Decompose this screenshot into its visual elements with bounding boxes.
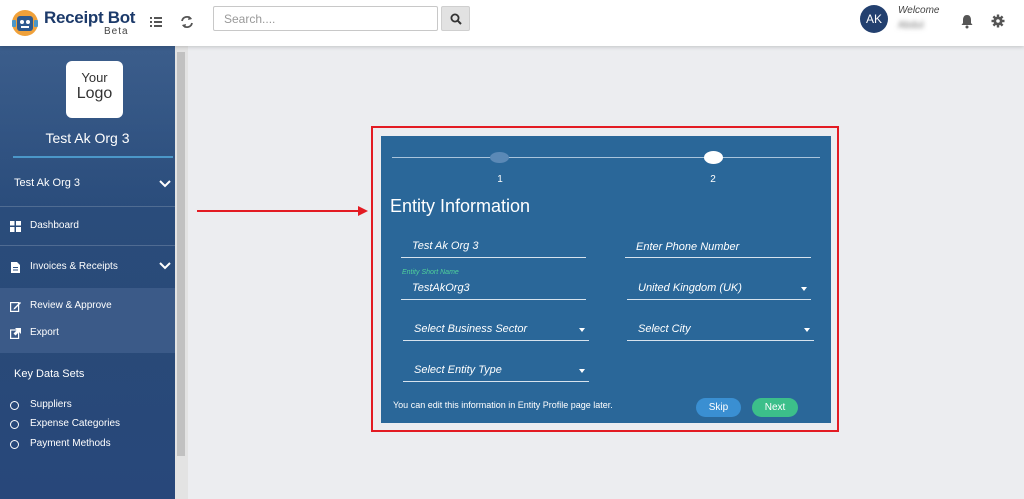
stepper-track bbox=[392, 157, 820, 158]
search-input[interactable] bbox=[213, 6, 438, 31]
entity-type-value: Select Entity Type bbox=[414, 364, 502, 376]
annotation-arrow-line bbox=[197, 210, 360, 212]
entity-name-field[interactable]: Test Ak Org 3 bbox=[401, 234, 586, 258]
user-avatar[interactable]: AK bbox=[860, 5, 888, 33]
annotation-arrow-head bbox=[358, 206, 368, 216]
robot-logo-icon bbox=[12, 10, 38, 36]
brand-name: Receipt Bot bbox=[44, 8, 136, 27]
sidebar-item-dashboard[interactable]: Dashboard bbox=[0, 220, 175, 234]
sidebar-item-suppliers[interactable]: Suppliers bbox=[0, 399, 175, 413]
chevron-down-icon bbox=[159, 180, 171, 188]
entity-short-name-field[interactable]: TestAkOrg3 bbox=[401, 276, 586, 300]
search-button[interactable] bbox=[441, 6, 470, 31]
list-view-icon[interactable] bbox=[147, 13, 165, 31]
key-data-sets-heading: Key Data Sets bbox=[14, 368, 85, 380]
logo-line-1: Your bbox=[81, 70, 108, 85]
entity-short-name-value: TestAkOrg3 bbox=[412, 282, 470, 294]
logo-line-2: Logo bbox=[76, 85, 113, 102]
app-logo[interactable]: Receipt Bot Beta bbox=[10, 5, 136, 39]
step-number-1: 1 bbox=[497, 174, 503, 185]
edit-later-note: You can edit this information in Entity … bbox=[393, 400, 613, 410]
top-bar: Receipt Bot Beta AK Welcome Abdul bbox=[0, 0, 1024, 46]
phone-number-input[interactable] bbox=[625, 241, 811, 253]
invoices-submenu bbox=[0, 288, 175, 353]
circle-icon bbox=[10, 440, 19, 449]
sidebar-item-label: Invoices & Receipts bbox=[30, 261, 118, 272]
circle-icon bbox=[10, 420, 19, 429]
sidebar: Your Logo Test Ak Org 3 Test Ak Org 3 Da… bbox=[0, 46, 175, 499]
sidebar-item-label: Payment Methods bbox=[30, 438, 111, 449]
org-logo-placeholder: Your Logo bbox=[66, 61, 123, 118]
user-name: Abdul bbox=[898, 20, 924, 31]
sidebar-scrollbar-thumb[interactable] bbox=[177, 52, 185, 456]
org-title: Test Ak Org 3 bbox=[45, 130, 130, 146]
phone-number-field[interactable] bbox=[625, 234, 811, 258]
city-value: Select City bbox=[638, 323, 691, 335]
dropdown-caret-icon bbox=[579, 369, 585, 373]
step-number-2: 2 bbox=[710, 174, 716, 185]
bell-icon[interactable] bbox=[958, 12, 976, 30]
business-sector-select[interactable]: Select Business Sector bbox=[403, 317, 589, 341]
entity-short-name-label: Entity Short Name bbox=[402, 269, 459, 276]
chevron-down-icon bbox=[159, 262, 171, 270]
sidebar-item-export[interactable]: Export bbox=[0, 327, 175, 341]
search-icon bbox=[450, 13, 462, 25]
entity-information-dialog: 1 2 Entity Information Test Ak Org 3 Ent… bbox=[381, 136, 831, 423]
business-sector-value: Select Business Sector bbox=[414, 323, 528, 335]
sidebar-item-label: Expense Categories bbox=[30, 418, 121, 429]
dashboard-icon bbox=[10, 221, 21, 232]
sidebar-divider bbox=[0, 245, 175, 246]
external-link-icon bbox=[10, 328, 21, 339]
gear-icon[interactable] bbox=[989, 12, 1007, 30]
sidebar-item-label: Suppliers bbox=[30, 399, 72, 410]
next-button[interactable]: Next bbox=[752, 398, 798, 417]
org-selector-label: Test Ak Org 3 bbox=[14, 177, 81, 189]
sidebar-item-payment-methods[interactable]: Payment Methods bbox=[0, 438, 175, 452]
city-select[interactable]: Select City bbox=[627, 317, 814, 341]
dialog-title: Entity Information bbox=[390, 196, 531, 216]
dropdown-caret-icon bbox=[579, 328, 585, 332]
country-value: United Kingdom (UK) bbox=[638, 282, 742, 294]
country-select[interactable]: United Kingdom (UK) bbox=[627, 276, 811, 300]
dropdown-caret-icon bbox=[801, 287, 807, 291]
stepper-step-1[interactable] bbox=[490, 152, 509, 163]
org-selector[interactable]: Test Ak Org 3 bbox=[0, 177, 175, 195]
skip-button[interactable]: Skip bbox=[696, 398, 741, 417]
sidebar-item-label: Review & Approve bbox=[30, 300, 112, 311]
edit-icon bbox=[10, 302, 21, 312]
sidebar-item-expense-categories[interactable]: Expense Categories bbox=[0, 418, 175, 432]
sidebar-item-label: Dashboard bbox=[30, 220, 79, 231]
brand-subtitle: Beta bbox=[104, 26, 129, 37]
refresh-icon[interactable] bbox=[178, 13, 196, 31]
document-icon bbox=[11, 262, 20, 273]
sidebar-item-invoices-receipts[interactable]: Invoices & Receipts bbox=[0, 261, 175, 275]
dropdown-caret-icon bbox=[804, 328, 810, 332]
entity-type-select[interactable]: Select Entity Type bbox=[403, 358, 589, 382]
entity-name-value: Test Ak Org 3 bbox=[412, 240, 479, 252]
sidebar-divider bbox=[0, 206, 175, 207]
sidebar-item-review-approve[interactable]: Review & Approve bbox=[0, 300, 175, 314]
stepper-step-2[interactable] bbox=[704, 151, 723, 164]
org-divider bbox=[13, 156, 173, 158]
circle-icon bbox=[10, 401, 19, 410]
welcome-label: Welcome bbox=[898, 5, 940, 16]
sidebar-item-label: Export bbox=[30, 327, 59, 338]
